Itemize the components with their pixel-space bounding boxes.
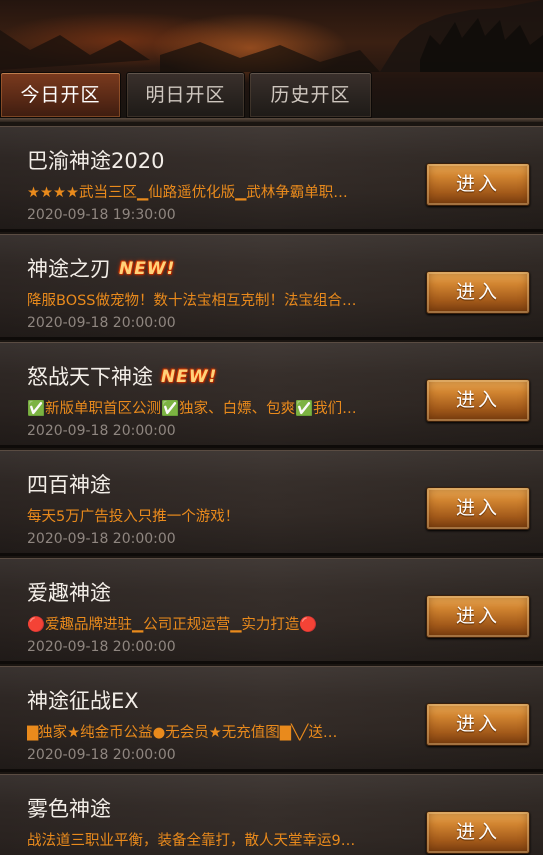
server-desc: ▇独家★纯金币公益●无会员★无充值图▇╲╱送… <box>27 725 338 741</box>
tab-bar: 今日开区 明日开区 历史开区 <box>0 72 543 118</box>
new-badge: NEW! <box>119 259 176 279</box>
server-title: 神途之刃 NEW! <box>27 257 176 281</box>
server-title: 四百神途 <box>27 473 111 497</box>
server-item: 怒战天下神途 NEW! ✅新版单职首区公测✅独家、白嫖、包爽✅我们… 2020-0… <box>0 342 543 448</box>
server-title: 巴渝神途2020 <box>27 149 165 173</box>
new-badge: NEW! <box>161 367 218 387</box>
server-title: 神途征战EX <box>27 689 139 713</box>
server-open-time: 2020-09-18 20:00:00 <box>27 315 176 331</box>
server-open-time: 2020-09-18 20:00:00 <box>27 639 176 655</box>
server-open-time: 2020-09-18 20:00:00 <box>27 747 176 763</box>
enter-button[interactable]: 进入 <box>426 379 530 422</box>
enter-button[interactable]: 进入 <box>426 487 530 530</box>
server-item: 神途征战EX ▇独家★纯金币公益●无会员★无充值图▇╲╱送… 2020-09-1… <box>0 666 543 772</box>
server-open-time: 2020-09-18 19:30:00 <box>27 207 176 223</box>
server-title: 爱趣神途 <box>27 581 111 605</box>
server-title: 雾色神途 <box>27 797 111 821</box>
enter-button[interactable]: 进入 <box>426 703 530 746</box>
server-desc: ★★★★武当三区▁仙路遥优化版▁武林争霸单职… <box>27 185 348 201</box>
server-item: 四百神途 每天5万广告投入只推一个游戏！ 2020-09-18 20:00:00… <box>0 450 543 556</box>
enter-button[interactable]: 进入 <box>426 811 530 854</box>
server-desc: ✅新版单职首区公测✅独家、白嫖、包爽✅我们… <box>27 401 357 417</box>
enter-button[interactable]: 进入 <box>426 163 530 206</box>
server-open-time: 2020-09-18 20:00:00 <box>27 423 176 439</box>
header-banner: 今日开区 明日开区 历史开区 <box>0 0 543 122</box>
server-desc: 战法道三职业平衡，装备全靠打，散人天堂幸运9… <box>27 833 356 849</box>
tab-today[interactable]: 今日开区 <box>0 72 121 118</box>
server-item: 爱趣神途 🔴爱趣品牌进驻▁公司正规运营▁实力打造🔴 2020-09-18 20:… <box>0 558 543 664</box>
server-desc: 降服BOSS做宠物！数十法宝相互克制！法宝组合… <box>27 293 357 309</box>
enter-button[interactable]: 进入 <box>426 271 530 314</box>
server-item: 雾色神途 战法道三职业平衡，装备全靠打，散人天堂幸运9… 进入 <box>0 774 543 855</box>
tab-tomorrow[interactable]: 明日开区 <box>126 72 245 118</box>
server-item: 神途之刃 NEW! 降服BOSS做宠物！数十法宝相互克制！法宝组合… 2020-0… <box>0 234 543 340</box>
server-desc: 每天5万广告投入只推一个游戏！ <box>27 509 240 525</box>
server-title: 怒战天下神途 NEW! <box>27 365 218 389</box>
server-list[interactable]: 巴渝神途2020 ★★★★武当三区▁仙路遥优化版▁武林争霸单职… 2020-09… <box>0 126 543 855</box>
server-item: 巴渝神途2020 ★★★★武当三区▁仙路遥优化版▁武林争霸单职… 2020-09… <box>0 126 543 232</box>
tab-history[interactable]: 历史开区 <box>249 72 372 118</box>
enter-button[interactable]: 进入 <box>426 595 530 638</box>
header-divider <box>0 118 543 122</box>
server-desc: 🔴爱趣品牌进驻▁公司正规运营▁实力打造🔴 <box>27 617 318 633</box>
server-open-time: 2020-09-18 20:00:00 <box>27 531 176 547</box>
